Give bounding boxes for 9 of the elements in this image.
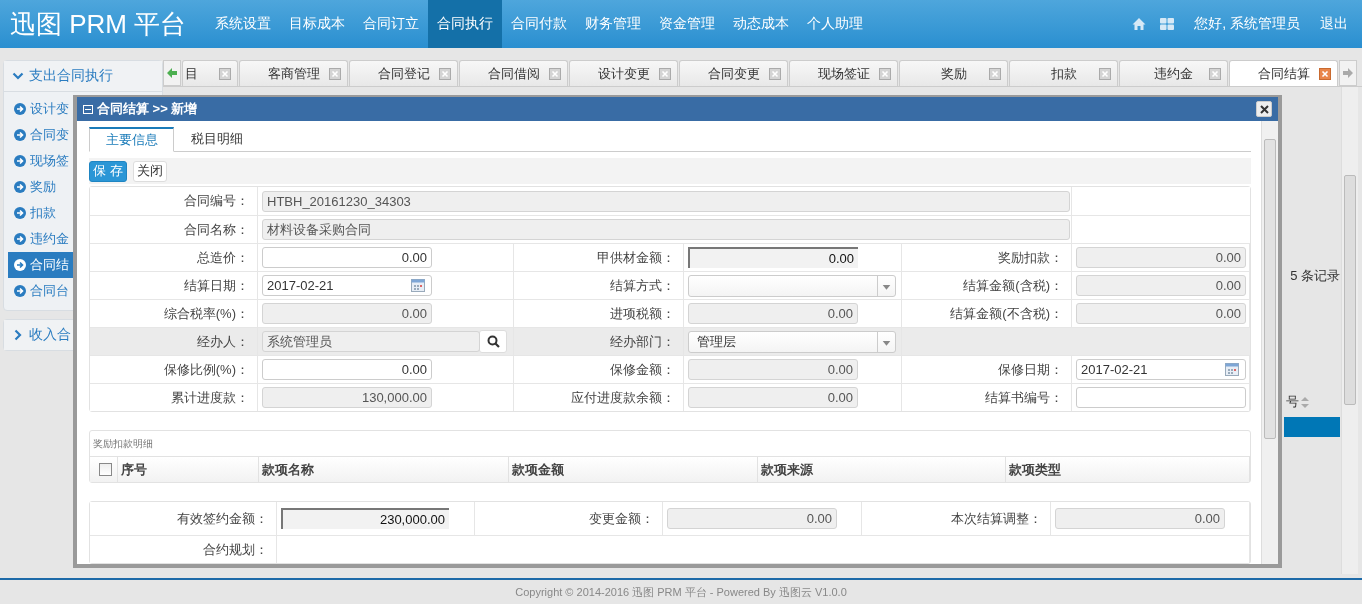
app-logo: 迅图 PRM 平台	[9, 7, 188, 41]
field-label: 结算书编号：	[902, 384, 1072, 411]
footer-text: Copyright © 2014-2016 迅图 PRM 平台 - Powered By 迅图云 V1.0.0	[0, 578, 1362, 604]
user-greeting: 您好, 系统管理员	[1194, 15, 1300, 33]
field-label: 合约规划：	[90, 536, 277, 563]
dialog-title: 合同结算 >> 新增	[97, 100, 198, 118]
field-label: 累计进度款：	[90, 384, 258, 411]
record-count: 5 条记录	[1290, 267, 1340, 285]
field-label: 应付进度款余额：	[514, 384, 684, 411]
